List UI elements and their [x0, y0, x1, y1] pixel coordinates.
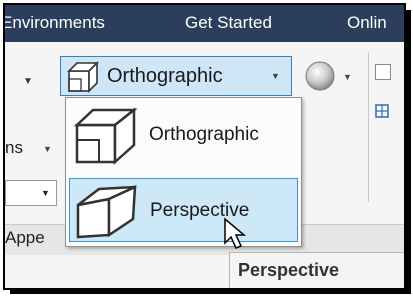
chevron-down-icon: ▼: [271, 71, 280, 81]
screenshot-frame: Environments Get Started Onlin ▼ Orthogr…: [3, 3, 406, 290]
tab-environments[interactable]: Environments: [5, 13, 105, 33]
tab-online[interactable]: Onlin: [347, 13, 387, 33]
view-mode-menu: Orthographic Perspective: [65, 97, 302, 247]
panel-title: Appe: [5, 228, 45, 247]
tab-get-started[interactable]: Get Started: [185, 13, 272, 33]
menu-item-label: Orthographic: [149, 124, 259, 145]
chevron-down-icon[interactable]: ▼: [41, 188, 50, 198]
view-mode-label: Orthographic: [107, 65, 223, 87]
perspective-cube-icon: [75, 183, 141, 246]
ribbon-tab-bar: Environments Get Started Onlin: [5, 5, 404, 42]
chevron-down-icon[interactable]: ▼: [343, 72, 352, 82]
tooltip: Perspective: [229, 252, 404, 288]
ribbon-label-fragment: ns: [5, 138, 23, 157]
chevron-down-icon[interactable]: ▼: [23, 76, 33, 87]
orthographic-cube-icon: [73, 107, 140, 170]
view-icon[interactable]: [375, 64, 391, 80]
panel-divider: [368, 52, 369, 202]
menu-item-perspective[interactable]: Perspective: [69, 178, 298, 242]
tooltip-text: Perspective: [238, 260, 340, 280]
orthographic-cube-icon: [67, 61, 99, 98]
sphere-icon[interactable]: [303, 59, 337, 93]
view-mode-dropdown-button[interactable]: Orthographic ▼: [60, 56, 292, 96]
chevron-down-icon[interactable]: ▼: [43, 144, 52, 154]
mouse-pointer-icon: [223, 217, 249, 256]
grid-icon[interactable]: [375, 104, 389, 118]
menu-item-orthographic[interactable]: Orthographic: [69, 103, 298, 167]
